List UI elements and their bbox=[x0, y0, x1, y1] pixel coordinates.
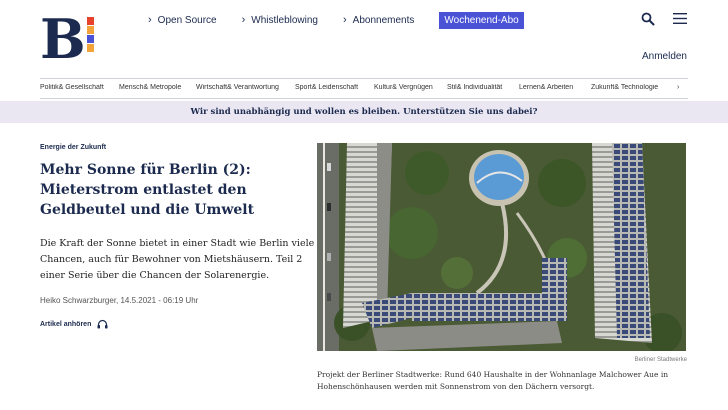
article-lead: Die Kraft der Sonne bietet in einer Stad… bbox=[40, 238, 315, 281]
category-politik[interactable]: Politik& Gesellschaft bbox=[40, 84, 119, 96]
logo-stripe-2 bbox=[87, 26, 94, 34]
nav-whistleblowing[interactable]: › Whistleblowing bbox=[241, 14, 318, 27]
logo-stripe-3 bbox=[87, 35, 94, 43]
category-sport[interactable]: Sport& Leidenschaft bbox=[295, 84, 374, 96]
article-photo-aerial-housing bbox=[317, 143, 686, 351]
logo-stripe-4 bbox=[87, 44, 94, 52]
article-headline: Mehr Sonne für Berlin (2): Mieterstrom e… bbox=[40, 162, 255, 218]
listen-article-button[interactable]: Artikel anhören bbox=[40, 319, 108, 329]
support-banner[interactable]: Wir sind unabhängig und wollen es bleibe… bbox=[0, 101, 728, 123]
top-navigation: › Open Source › Whistleblowing › Abonnem… bbox=[148, 12, 524, 29]
category-stil[interactable]: Stil& Individualität bbox=[447, 84, 519, 96]
article-kicker[interactable]: Energie der Zukunft bbox=[40, 144, 106, 151]
category-wirtschaft[interactable]: Wirtschaft& Verantwortung bbox=[196, 84, 295, 96]
chevron-right-icon: › bbox=[148, 14, 152, 26]
chevron-right-icon: › bbox=[342, 14, 347, 26]
category-lernen[interactable]: Lernen& Arbeiten bbox=[519, 84, 591, 96]
logo-stripe-1 bbox=[87, 17, 94, 25]
article-meta: Heiko Schwarzburger, 14.5.2021 - 06:19 U… bbox=[40, 296, 199, 305]
category-more-chevron-icon[interactable]: › bbox=[677, 84, 679, 96]
nav-label: Whistleblowing bbox=[251, 15, 318, 26]
chevron-right-icon: › bbox=[241, 14, 246, 26]
header-divider-top bbox=[40, 78, 688, 79]
category-mensch[interactable]: Mensch& Metropole bbox=[119, 84, 196, 96]
listen-label: Artikel anhören bbox=[40, 320, 92, 328]
wochenend-abo-button[interactable]: Wochenend-Abo bbox=[439, 12, 524, 29]
headphones-icon bbox=[97, 319, 108, 329]
photo-caption: Projekt der Berliner Stadtwerke: Rund 64… bbox=[317, 370, 669, 391]
category-kultur[interactable]: Kultur& Vergnügen bbox=[374, 84, 447, 96]
photo-credit: Berliner Stadtwerke bbox=[634, 357, 687, 363]
nav-label: Open Source bbox=[157, 15, 217, 26]
nav-abonnements[interactable]: › Abonnements bbox=[342, 14, 415, 27]
logo-letter: B bbox=[40, 7, 86, 71]
site-logo[interactable]: B bbox=[40, 9, 96, 69]
search-icon[interactable] bbox=[641, 12, 655, 26]
nav-label: Abonnements bbox=[352, 15, 415, 26]
nav-open-source[interactable]: › Open Source bbox=[148, 14, 217, 27]
category-zukunft[interactable]: Zukunft& Technologie bbox=[591, 84, 677, 96]
menu-icon[interactable] bbox=[673, 13, 687, 24]
category-navigation: Politik& Gesellschaft Mensch& Metropole … bbox=[40, 84, 688, 96]
login-link[interactable]: Anmelden bbox=[642, 51, 687, 62]
header-divider-bottom bbox=[40, 98, 688, 99]
